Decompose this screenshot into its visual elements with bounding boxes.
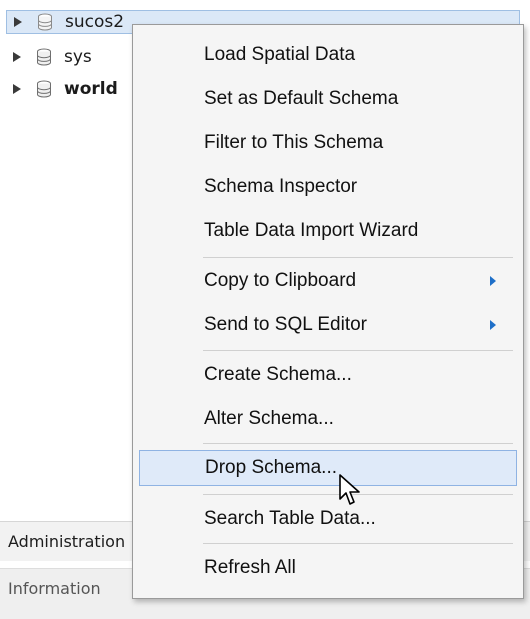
tab-label: Administration xyxy=(8,532,126,551)
database-icon xyxy=(36,48,52,66)
schema-context-menu: Load Spatial Data Set as Default Schema … xyxy=(132,24,524,599)
menu-item-set-default-schema[interactable]: Set as Default Schema xyxy=(139,81,517,117)
menu-item-label: Table Data Import Wizard xyxy=(204,220,419,241)
menu-separator xyxy=(203,350,513,351)
menu-separator xyxy=(203,443,513,444)
tree-item-world[interactable]: world xyxy=(10,77,118,101)
menu-item-label: Send to SQL Editor xyxy=(204,314,368,335)
expand-arrow-icon[interactable] xyxy=(10,50,24,64)
menu-separator xyxy=(203,257,513,258)
menu-item-drop-schema[interactable]: Drop Schema... xyxy=(139,450,517,486)
menu-item-label: Set as Default Schema xyxy=(204,88,399,109)
menu-item-send-to-sql-editor[interactable]: Send to SQL Editor xyxy=(139,307,517,343)
menu-item-label: Filter to This Schema xyxy=(204,132,384,153)
expand-arrow-icon[interactable] xyxy=(11,15,25,29)
mouse-cursor-icon xyxy=(339,474,360,505)
menu-item-load-spatial-data[interactable]: Load Spatial Data xyxy=(139,37,517,73)
menu-item-label: Drop Schema... xyxy=(205,457,337,478)
menu-item-label: Alter Schema... xyxy=(204,408,334,429)
menu-item-schema-inspector[interactable]: Schema Inspector xyxy=(139,169,517,205)
menu-item-filter-to-schema[interactable]: Filter to This Schema xyxy=(139,125,517,161)
tree-item-label: world xyxy=(64,79,118,99)
tab-label: Information xyxy=(8,578,101,598)
menu-item-label: Create Schema... xyxy=(204,364,352,385)
menu-item-label: Refresh All xyxy=(204,557,296,578)
menu-item-copy-to-clipboard[interactable]: Copy to Clipboard xyxy=(139,263,517,299)
menu-item-label: Copy to Clipboard xyxy=(204,270,357,291)
database-icon xyxy=(37,13,53,31)
menu-item-alter-schema[interactable]: Alter Schema... xyxy=(139,401,517,437)
menu-item-refresh-all[interactable]: Refresh All xyxy=(139,550,517,586)
menu-item-table-data-import-wizard[interactable]: Table Data Import Wizard xyxy=(139,213,517,249)
expand-arrow-icon[interactable] xyxy=(10,82,24,96)
submenu-arrow-icon xyxy=(490,276,496,286)
menu-item-search-table-data[interactable]: Search Table Data... xyxy=(139,501,517,537)
menu-separator xyxy=(203,543,513,544)
submenu-arrow-icon xyxy=(490,320,496,330)
tree-item-label: sucos2 xyxy=(65,12,125,32)
menu-item-create-schema[interactable]: Create Schema... xyxy=(139,357,517,393)
workbench-navigator: sucos2 sys world Administration Informat… xyxy=(0,0,530,619)
tree-item-sys[interactable]: sys xyxy=(10,45,92,69)
menu-item-label: Load Spatial Data xyxy=(204,44,356,65)
database-icon xyxy=(36,80,52,98)
menu-item-label: Search Table Data... xyxy=(204,508,376,529)
tree-item-label: sys xyxy=(64,47,92,67)
menu-item-label: Schema Inspector xyxy=(204,176,358,197)
